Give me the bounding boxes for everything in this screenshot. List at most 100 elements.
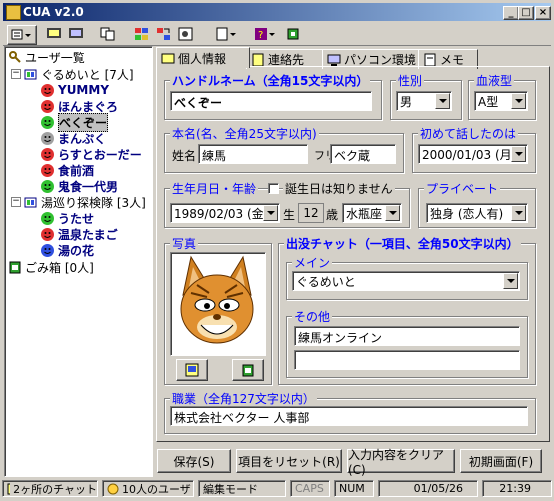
tab-personal-icon xyxy=(161,53,175,64)
user-face-icon xyxy=(41,211,54,225)
chevron-down-icon[interactable] xyxy=(263,205,278,221)
other-chat-input-2[interactable] xyxy=(294,350,520,370)
group-label: 湯巡り探検隊 [3人] xyxy=(41,195,146,210)
monitor-alt-icon[interactable] xyxy=(67,25,85,43)
copy-icon[interactable] xyxy=(99,25,117,43)
firsttalk-label: 初めて話したのは xyxy=(418,125,519,142)
photo-clear-button[interactable] xyxy=(232,359,264,381)
main-chat-label: メイン xyxy=(292,254,333,271)
status-users-text: 10人のユーザ xyxy=(122,482,191,496)
save-button[interactable]: 保存(S) xyxy=(157,449,231,473)
tree-group-yumeguri[interactable]: − 湯巡り探検隊 [3人] xyxy=(11,194,146,210)
toolbar: ? xyxy=(3,23,551,46)
tree-user-item[interactable]: 湯の花 xyxy=(41,242,94,258)
key-icon xyxy=(9,51,21,63)
collapse-icon[interactable]: − xyxy=(11,69,21,79)
birth-unknown-checkbox[interactable] xyxy=(268,183,279,194)
tree-user-name: 鬼食一代男 xyxy=(58,179,119,194)
user-tree[interactable]: ユーザ一覧 − ぐるめいと [7人] − 湯巡り探検隊 [3人] ごみ箱 [0人… xyxy=(4,46,153,477)
other-chat-input-1[interactable]: 練馬オンライン xyxy=(294,326,520,346)
chevron-down-icon[interactable] xyxy=(503,273,518,289)
birth-sei-label: 生 xyxy=(283,208,296,222)
main-chat-select[interactable]: ぐるめいと xyxy=(292,271,520,291)
firsttalk-select[interactable]: 2000/01/03 (月) xyxy=(418,144,528,164)
furigana-input[interactable]: ベク蔵 xyxy=(330,144,396,164)
tree-root[interactable]: ユーザ一覧 xyxy=(8,49,85,65)
tab-contact-icon xyxy=(252,53,264,66)
tree-user-item[interactable]: 温泉たまご xyxy=(41,226,118,242)
options-icon[interactable] xyxy=(285,25,303,43)
name-input[interactable]: 練馬 xyxy=(198,144,308,164)
job-input[interactable]: 株式会社ベクター 人事部 xyxy=(170,406,528,426)
tree-user-item[interactable]: べくぞー xyxy=(41,112,109,132)
group-add-icon[interactable] xyxy=(133,25,151,43)
collapse-icon[interactable]: − xyxy=(11,197,21,207)
chevron-down-icon[interactable] xyxy=(385,205,400,221)
document-menu-icon[interactable] xyxy=(213,25,241,43)
user-face-icon xyxy=(41,99,54,113)
tab-memo-icon xyxy=(424,53,436,66)
chevron-down-icon[interactable] xyxy=(435,93,450,109)
group-label: ぐるめいと [7人] xyxy=(41,67,134,82)
blood-select[interactable]: A型 xyxy=(474,91,528,111)
gender-value: 男 xyxy=(400,94,413,109)
trash-icon xyxy=(242,364,254,377)
user-face-icon xyxy=(107,483,119,494)
tree-user-name: まんぷく xyxy=(58,131,107,146)
reset-button[interactable]: 項目をリセット(R) xyxy=(236,449,342,473)
view-menu-icon[interactable] xyxy=(7,25,37,45)
window-title: CUA v2.0 xyxy=(23,5,84,19)
photo-load-button[interactable] xyxy=(176,359,208,381)
monitor-icon[interactable] xyxy=(45,25,63,43)
gender-select[interactable]: 男 xyxy=(396,91,452,111)
status-num: NUM xyxy=(334,480,374,497)
clear-button[interactable]: 入力内容をクリア(C) xyxy=(347,448,455,477)
handle-input[interactable]: べくぞー xyxy=(170,91,372,111)
birth-date-select[interactable]: 1989/02/03 (金) xyxy=(170,203,280,223)
private-value: 独身 (恋人有) xyxy=(430,206,504,221)
handle-label: ハンドルネーム（全角15文字以内） xyxy=(170,72,371,89)
realname-label: 本名(名、全角25文字以内) xyxy=(170,125,319,142)
trash-label: ごみ箱 [0人] xyxy=(25,260,94,275)
svg-text:?: ? xyxy=(258,30,263,41)
user-face-icon xyxy=(41,147,54,161)
group-move-icon[interactable] xyxy=(155,25,173,43)
tree-user-item[interactable]: まんぷく xyxy=(41,130,106,146)
tree-user-item[interactable]: 鬼食一代男 xyxy=(41,178,118,194)
tree-user-item[interactable]: うたせ xyxy=(41,210,94,226)
tree-user-item[interactable]: YUMMY xyxy=(41,82,109,98)
chevron-down-icon[interactable] xyxy=(511,205,526,221)
birth-unknown-label: 誕生日は知りません xyxy=(283,180,395,197)
user-face-icon xyxy=(41,163,54,177)
private-select[interactable]: 独身 (恋人有) xyxy=(426,203,528,223)
user-face-icon xyxy=(41,227,54,241)
title-bar: CUA v2.0 _ □ × xyxy=(3,3,551,21)
minimize-button[interactable]: _ xyxy=(503,6,519,20)
tree-user-item[interactable]: らすとおーだー xyxy=(41,146,142,162)
user-edit-icon[interactable] xyxy=(177,25,195,43)
age-unit-label: 歳 xyxy=(326,208,339,222)
chat-label: 出没チャット（一項目、全角50文字以内） xyxy=(284,235,521,252)
tree-user-item[interactable]: 食前酒 xyxy=(41,162,94,178)
tree-group-gurumeito[interactable]: − ぐるめいと [7人] xyxy=(11,66,134,82)
tab-personal[interactable]: 個人情報 xyxy=(156,47,250,68)
status-users: 10人のユーザ xyxy=(102,480,194,497)
status-caps: CAPS xyxy=(290,480,330,497)
chevron-down-icon[interactable] xyxy=(511,93,526,109)
tree-trash[interactable]: ごみ箱 [0人] xyxy=(8,259,94,275)
group-icon xyxy=(24,197,37,207)
init-screen-button[interactable]: 初期画面(F) xyxy=(460,449,542,473)
trash-icon xyxy=(9,261,21,274)
other-chat-label: その他 xyxy=(292,308,333,325)
photo-frame[interactable] xyxy=(170,252,266,356)
app-icon xyxy=(6,5,21,20)
help-menu-icon[interactable]: ? xyxy=(251,25,279,43)
chevron-down-icon[interactable] xyxy=(511,146,526,162)
firsttalk-value: 2000/01/03 (月) xyxy=(422,147,517,162)
zodiac-select[interactable]: 水瓶座 xyxy=(342,203,402,223)
status-time: 21:39 xyxy=(482,480,552,497)
user-face-icon xyxy=(41,243,54,257)
age-display: 12 xyxy=(298,203,324,223)
close-button[interactable]: × xyxy=(535,6,551,20)
maximize-button[interactable]: □ xyxy=(518,6,534,20)
